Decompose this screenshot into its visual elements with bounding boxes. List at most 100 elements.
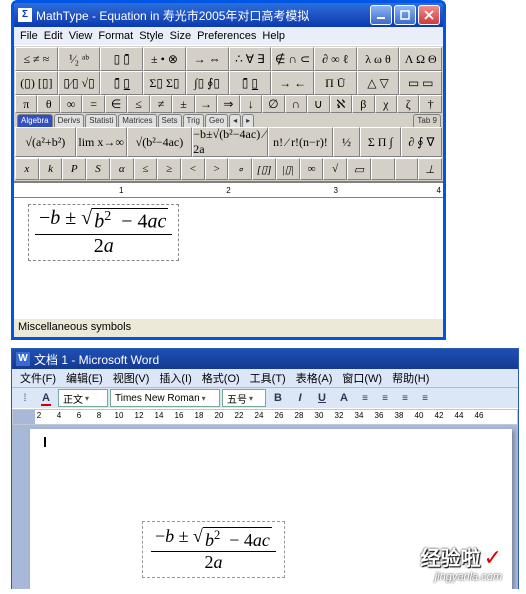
sml-ge[interactable]: ≥ [157,158,181,180]
sym-pi[interactable]: π [15,95,37,113]
menu-edit[interactable]: Edit [44,30,63,42]
align-right-icon[interactable]: ≡ [396,390,414,406]
tab-9[interactable]: Tab 9 [413,114,441,127]
template-sum[interactable]: Σ▯ Σ▯ [143,71,186,95]
tab-derivs[interactable]: Derivs [54,114,85,127]
preset-discriminant[interactable]: √(b²−4ac) [127,127,193,157]
sml-abs[interactable]: |▯| [276,158,300,180]
menu-insert[interactable]: 插入(I) [155,370,195,386]
template-matrix[interactable]: ▭ ▭ [399,71,442,95]
menu-style[interactable]: Style [139,30,163,42]
preset-calc-ops[interactable]: ∂ ∮ ∇ [401,127,442,157]
word-equation-object[interactable]: −b ± √ b2 − 4ac 2a [142,521,285,578]
menu-window[interactable]: 窗口(W) [338,370,386,386]
palette-misc[interactable]: ∂ ∞ ℓ [314,47,357,71]
sml-le[interactable]: ≤ [134,158,158,180]
template-overbar[interactable]: ▯̄ ▯̲ [229,71,272,95]
template-hats[interactable]: △ ▽ [357,71,400,95]
template-subsup[interactable]: ▯̄ ▯̲ [100,71,143,95]
sml-circ[interactable]: ∘ [228,158,252,180]
sym-chi[interactable]: χ [375,95,397,113]
sml-s[interactable]: S [86,158,110,180]
sym-le[interactable]: ≤ [127,95,149,113]
template-fracsqrt[interactable]: ▯⁄▯ √▯ [58,71,101,95]
menu-help[interactable]: 帮助(H) [388,370,433,386]
sml-alpha[interactable]: α [110,158,134,180]
bold-button[interactable]: B [268,389,288,407]
sym-inf[interactable]: ∞ [60,95,82,113]
sym-rarr[interactable]: → [195,95,217,113]
close-button[interactable] [418,5,440,25]
preset-sqrt-a2b2[interactable]: √(a²+b²) [15,127,76,157]
template-fences[interactable]: (▯) [▯] [15,71,58,95]
align-left-icon[interactable]: ≡ [356,390,374,406]
sml-16[interactable] [395,158,419,180]
preset-binomial[interactable]: n! ⁄ r!(n−r)! [268,127,334,157]
template-products[interactable]: Π Ū [314,71,357,95]
palette-settheory[interactable]: ∉ ∩ ⊂ [271,47,314,71]
sym-beta[interactable]: β [352,95,374,113]
sym-down[interactable]: ↓ [240,95,262,113]
sml-p[interactable]: P [62,158,86,180]
tab-more-left[interactable]: ◂ [229,114,241,127]
sml-brack[interactable]: [▯] [252,158,276,180]
menu-format[interactable]: Format [98,30,133,42]
align-justify-icon[interactable]: ≡ [416,390,434,406]
preset-sum-prod-int[interactable]: Σ Π ∫ [360,127,401,157]
sym-zeta[interactable]: ζ [397,95,419,113]
sml-gt[interactable]: > [205,158,229,180]
style-select[interactable]: 正文 [58,389,108,407]
palette-greek-uc[interactable]: Λ Ω Θ [399,47,442,71]
tab-matrices[interactable]: Matrices [118,114,156,127]
tab-sets[interactable]: Sets [158,114,182,127]
sml-sqrt[interactable]: √ [323,158,347,180]
template-labeled-arrow[interactable]: → ← [271,71,314,95]
sym-imply[interactable]: ⇒ [217,95,239,113]
sym-dagger[interactable]: † [419,95,441,113]
palette-arrows[interactable]: → ⇔ [186,47,229,71]
highlight-button[interactable]: A [334,389,354,407]
tab-geometry[interactable]: Geo [205,114,228,127]
underline-button[interactable]: U [312,389,332,407]
sml-perp[interactable]: ⊥ [418,158,442,180]
menu-edit[interactable]: 编辑(E) [62,370,107,386]
sym-eq[interactable]: = [82,95,104,113]
mathtype-ruler[interactable]: 1 2 3 4 [14,182,443,198]
sym-aleph[interactable]: ℵ [330,95,352,113]
sym-theta[interactable]: θ [37,95,59,113]
palette-logic[interactable]: ∴ ∀ ∃ [229,47,272,71]
sml-box[interactable]: ▭ [347,158,371,180]
palette-spaces[interactable]: ¹⁄₂ ᵃᵇ [58,47,101,71]
size-select[interactable]: 五号 [222,389,266,407]
menu-view[interactable]: View [69,30,93,42]
sym-cap[interactable]: ∩ [285,95,307,113]
menu-file[interactable]: 文件(F) [16,370,60,386]
menu-size[interactable]: Size [170,30,191,42]
menu-file[interactable]: File [20,30,38,42]
maximize-button[interactable] [394,5,416,25]
font-select[interactable]: Times New Roman [110,389,220,407]
font-color-button[interactable]: A [36,389,56,407]
palette-operators[interactable]: ± • ⊗ [143,47,186,71]
menu-table[interactable]: 表格(A) [292,370,337,386]
sml-x[interactable]: x [15,158,39,180]
sml-inf[interactable]: ∞ [300,158,324,180]
palette-greek-lc[interactable]: λ ω θ [357,47,400,71]
align-center-icon[interactable]: ≡ [376,390,394,406]
palette-embellish[interactable]: ▯ ▯̄ [100,47,143,71]
style-handle-icon[interactable]: ⁞ [16,390,34,406]
sym-empty[interactable]: ∅ [262,95,284,113]
palette-relations[interactable]: ≤ ≠ ≈ [15,47,58,71]
italic-button[interactable]: I [290,389,310,407]
menu-prefs[interactable]: Preferences [197,30,256,42]
word-ruler[interactable]: 2468101214161820222426283032343638404244… [12,409,518,425]
menu-view[interactable]: 视图(V) [109,370,154,386]
sym-cup[interactable]: ∪ [307,95,329,113]
tab-trig[interactable]: Trig [183,114,204,127]
menu-format[interactable]: 格式(O) [198,370,244,386]
tab-more-right[interactable]: ▸ [242,114,254,127]
sym-in[interactable]: ∈ [105,95,127,113]
equation-object[interactable]: −b ± √ b2 − 4ac 2a [28,204,179,261]
preset-quadratic[interactable]: −b±√(b²−4ac) ⁄ 2a [192,127,267,157]
mathtype-edit-area[interactable]: −b ± √ b2 − 4ac 2a [14,198,443,318]
